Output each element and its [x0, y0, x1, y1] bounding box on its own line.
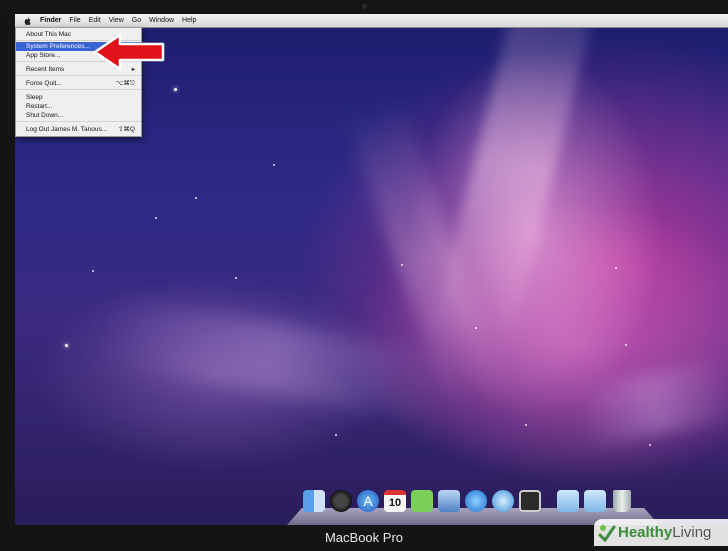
- wallpaper-star: [335, 434, 337, 436]
- laptop-bezel: [0, 0, 728, 14]
- trash-icon[interactable]: [613, 490, 631, 512]
- menu-file[interactable]: File: [69, 17, 80, 24]
- menu-separator: [16, 121, 141, 122]
- photo-booth-icon[interactable]: [519, 490, 541, 512]
- menu-finder[interactable]: Finder: [40, 17, 61, 24]
- menu-item-shortcut: ⇧⌘Q: [117, 126, 135, 133]
- menu-item-label: App Store...: [26, 52, 61, 59]
- app-store-icon[interactable]: A: [357, 490, 379, 512]
- menu-item-label: Force Quit...: [26, 80, 62, 87]
- wallpaper-star: [649, 444, 651, 446]
- menu-go[interactable]: Go: [132, 17, 141, 24]
- menu-item-label: Shut Down...: [26, 112, 64, 119]
- applications-folder-icon[interactable]: [557, 490, 579, 512]
- menu-window[interactable]: Window: [149, 17, 174, 24]
- menu-edit[interactable]: Edit: [89, 17, 101, 24]
- safari-icon[interactable]: [492, 490, 514, 512]
- calendar-icon[interactable]: 10: [384, 490, 406, 512]
- wallpaper-star: [475, 327, 477, 329]
- menu-item-log-out[interactable]: Log Out James M. Tanous... ⇧⌘Q: [16, 125, 141, 134]
- menu-item-label: Restart...: [26, 103, 53, 110]
- menu-separator: [16, 89, 141, 90]
- wallpaper-star: [615, 267, 617, 269]
- menu-bar: Finder File Edit View Go Window Help: [15, 14, 728, 28]
- wallpaper-star: [235, 277, 237, 279]
- healthy-living-logo-icon: [598, 524, 616, 542]
- dashboard-icon[interactable]: [330, 490, 352, 512]
- wallpaper-star: [65, 344, 68, 347]
- wallpaper-star: [174, 88, 177, 91]
- wallpaper-light-beam: [570, 358, 728, 450]
- watermark-text: HealthyLiving: [618, 524, 711, 541]
- menu-item-sleep[interactable]: Sleep: [16, 93, 141, 102]
- wallpaper-light-beam: [91, 293, 459, 425]
- documents-folder-icon[interactable]: [584, 490, 606, 512]
- evernote-icon[interactable]: [411, 490, 433, 512]
- wallpaper-star: [92, 270, 94, 272]
- menu-view[interactable]: View: [109, 17, 124, 24]
- camera-icon: [362, 4, 367, 9]
- desktop: Finder File Edit View Go Window Help Abo…: [15, 14, 728, 525]
- itunes-icon[interactable]: [465, 490, 487, 512]
- menu-item-label: Log Out James M. Tanous...: [26, 126, 108, 133]
- watermark-brand: Healthy: [618, 524, 673, 541]
- menu-item-force-quit[interactable]: Force Quit... ⌥⌘⎋: [16, 79, 141, 88]
- menu-separator: [16, 75, 141, 76]
- menu-item-label: About This Mac: [26, 31, 72, 38]
- watermark: HealthyLiving: [594, 519, 728, 546]
- menu-item-label: Sleep: [26, 94, 43, 101]
- wallpaper-star: [155, 217, 157, 219]
- preview-icon[interactable]: [438, 490, 460, 512]
- watermark-brand-2: Living: [672, 524, 712, 541]
- menu-item-restart[interactable]: Restart...: [16, 102, 141, 111]
- wallpaper-star: [401, 264, 403, 266]
- apple-icon[interactable]: [24, 16, 32, 25]
- red-pointer-arrow-icon: [93, 33, 165, 71]
- finder-icon[interactable]: [303, 490, 325, 512]
- menu-item-label: System Preferences...: [26, 43, 90, 50]
- wallpaper-star: [273, 164, 275, 166]
- menu-help[interactable]: Help: [182, 17, 196, 24]
- wallpaper-star: [195, 197, 197, 199]
- wallpaper-star: [525, 424, 527, 426]
- menu-item-shut-down[interactable]: Shut Down...: [16, 111, 141, 120]
- menu-item-label: Recent Items: [26, 66, 65, 73]
- wallpaper-star: [625, 344, 627, 346]
- menu-item-shortcut: ⌥⌘⎋: [115, 80, 135, 87]
